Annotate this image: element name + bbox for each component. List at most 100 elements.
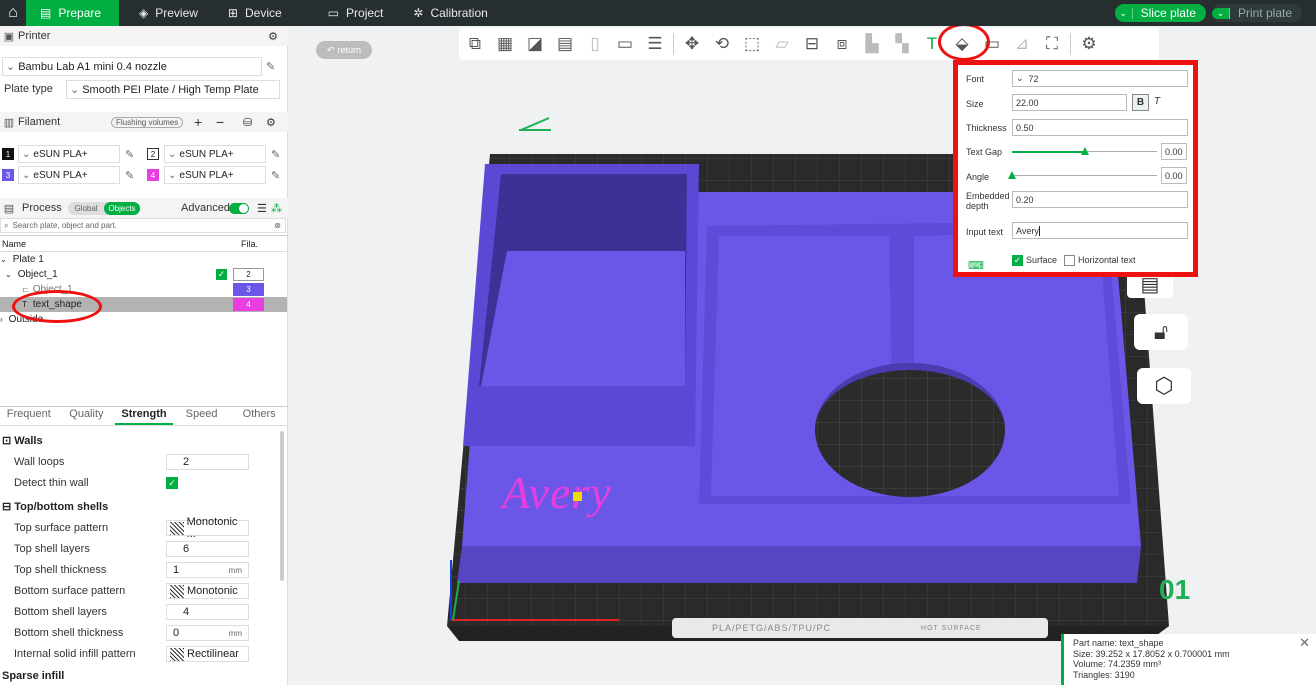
edit-icon[interactable]: ✎ [271,148,280,161]
gear-icon[interactable]: ⚙ [266,116,276,129]
chevron-down-icon[interactable]: ⌄ [1115,7,1133,19]
list-icon[interactable]: ☰ [257,202,267,215]
tab-others[interactable]: Others [230,408,288,425]
thickness-input[interactable]: 0.50 [1012,119,1188,136]
filament-3-swatch[interactable]: 3 [2,169,14,181]
filament-2-select[interactable]: ⌄ eSUN PLA+ [164,145,266,163]
filament-1-select[interactable]: ⌄ eSUN PLA+ [18,145,120,163]
slice-plate-button[interactable]: ⌄ Slice plate [1114,4,1206,22]
text-gap-input[interactable]: 0.00 [1161,143,1187,160]
print-plate-button[interactable]: ⌄ Print plate [1211,4,1302,22]
advanced-label: Advanced [181,202,230,214]
search-input[interactable]: ⌕ Search plate, object and part. ⊗ [0,218,286,233]
embossed-text[interactable]: Avery [502,466,612,519]
printer-icon: ▣ [3,30,15,43]
tree-row-object[interactable]: ⌄ Object_1 ✓ 2 [0,267,287,282]
detect-thin-wall-checkbox[interactable]: ✓ [166,477,178,489]
process-section-header: ▤ Process Global Objects Advanced ☰ ⁂ [0,198,288,218]
filament-4-swatch[interactable]: 4 [147,169,159,181]
size-label: Size [966,99,984,109]
angle-input[interactable]: 0.00 [1161,167,1187,184]
plate-label-strip: PLA/PETG/ABS/TPU/PC HOT SURFACE [672,618,1048,638]
filament-index-badge[interactable]: 3 [233,283,264,296]
keyboard-icon[interactable]: ⌨ [968,259,984,272]
tab-strength[interactable]: Strength [115,408,173,425]
input-text-label: Input text [966,227,1004,237]
filament-icon: ▥ [3,116,15,129]
chevron-right-icon[interactable]: › [0,315,3,324]
advanced-toggle[interactable] [229,202,249,214]
top-shell-thickness-input[interactable]: 1 mm [166,562,249,578]
gear-icon[interactable]: ⚙ [268,30,278,43]
plate-type-select[interactable]: ⌄ Smooth PEI Plate / High Temp Plate [66,80,280,99]
edit-icon[interactable]: ✎ [266,60,275,73]
font-select[interactable]: ⌄ 72 [1012,70,1188,87]
text-gap-label: Text Gap [966,147,1003,157]
add-icon[interactable]: + [194,114,202,130]
wall-loops-input[interactable]: 2 [166,454,249,470]
search-icon: ⌕ [4,220,9,230]
tab-prepare[interactable]: ▤ Prepare [26,0,119,26]
home-icon[interactable]: ⌂ [0,0,26,26]
tab-quality[interactable]: Quality [58,408,116,425]
lock-icon[interactable]: 🔓︎ [1134,314,1188,350]
horizontal-text-checkbox[interactable] [1064,255,1075,266]
edit-icon[interactable]: ✎ [271,169,280,182]
filament-section-header: ▥ Filament Flushing volumes + − ⛁ ⚙ [0,112,288,132]
top-shell-layers-input[interactable]: 6 [166,541,249,557]
remove-icon[interactable]: − [216,114,224,130]
filament-2-swatch[interactable]: 2 [147,148,159,160]
top-shell-layers-label: Top shell layers [14,543,90,555]
slider-handle[interactable] [1081,147,1089,155]
clear-icon[interactable]: ⊗ [274,221,281,230]
chevron-down-icon[interactable]: ⌄ [0,255,7,264]
tab-speed[interactable]: Speed [173,408,231,425]
size-input[interactable]: 22.00 [1012,94,1127,111]
internal-solid-infill-select[interactable]: Rectilinear [166,646,249,662]
visible-checkbox[interactable]: ✓ [216,269,227,280]
flushing-volumes-button[interactable]: Flushing volumes [111,116,184,128]
bottom-shell-thickness-input[interactable]: 0 mm [166,625,249,641]
embedded-depth-label: Embedded depth [966,191,1010,211]
surface-checkbox[interactable]: ✓ [1012,255,1023,266]
global-objects-toggle[interactable]: Global Objects [68,201,140,215]
italic-button[interactable]: T [1154,96,1160,107]
top-surface-pattern-select[interactable]: Monotonic ... [166,516,249,540]
close-icon[interactable]: ✕ [1299,636,1310,648]
text-gap-slider[interactable] [1012,147,1157,155]
edit-icon[interactable]: ✎ [125,169,134,182]
printer-select[interactable]: ⌄ Bambu Lab A1 mini 0.4 nozzle [2,57,262,76]
text-input[interactable]: Avery [1012,222,1188,239]
top-surface-pattern-label: Top surface pattern [14,522,109,534]
filament-1-swatch[interactable]: 1 [2,148,14,160]
objects-option[interactable]: Objects [104,201,140,215]
chevron-down-icon[interactable]: ⌄ [5,270,12,279]
text-anchor-handle[interactable] [573,492,582,501]
tab-frequent[interactable]: Frequent [0,408,58,425]
filament-index-badge[interactable]: 4 [233,298,264,311]
bottom-surface-pattern-select[interactable]: Monotonic [166,583,249,599]
tab-project[interactable]: ▭ Project [298,0,400,26]
sync-icon[interactable]: ⛁ [243,116,252,129]
edit-icon[interactable]: ✎ [125,148,134,161]
project-icon: ▭ [327,6,340,20]
slider-handle[interactable] [1008,171,1016,179]
tree-row-plate[interactable]: ⌄ Plate 1 [0,252,287,267]
tab-calibration[interactable]: ✲ Calibration [399,0,503,26]
nut-icon[interactable]: ⬡ [1137,368,1191,404]
bottom-shell-layers-input[interactable]: 4 [166,604,249,620]
scrollbar[interactable] [280,431,284,581]
tab-device[interactable]: ⊞ Device [214,0,298,26]
filament-4-select[interactable]: ⌄ eSUN PLA+ [164,166,266,184]
global-option[interactable]: Global [68,204,104,213]
compare-icon[interactable]: ⁂ [271,202,282,215]
angle-slider[interactable] [1008,171,1157,179]
tab-preview[interactable]: ◈ Preview [125,0,214,26]
chevron-down-icon[interactable]: ⌄ [1211,7,1230,19]
process-icon: ▤ [3,202,15,215]
bold-button[interactable]: B [1132,94,1149,111]
embedded-depth-input[interactable]: 0.20 [1012,191,1188,208]
filament-index-badge[interactable]: 2 [233,268,264,281]
filament-3-select[interactable]: ⌄ eSUN PLA+ [18,166,120,184]
3d-viewport[interactable]: ↶ return ⧉ ▦ ◪ ▤ ▯ ▭ ☰ ✥ ⟲ ⬚ ▱ ⊟ ⧈ ▙ ▚ T … [289,26,1316,685]
